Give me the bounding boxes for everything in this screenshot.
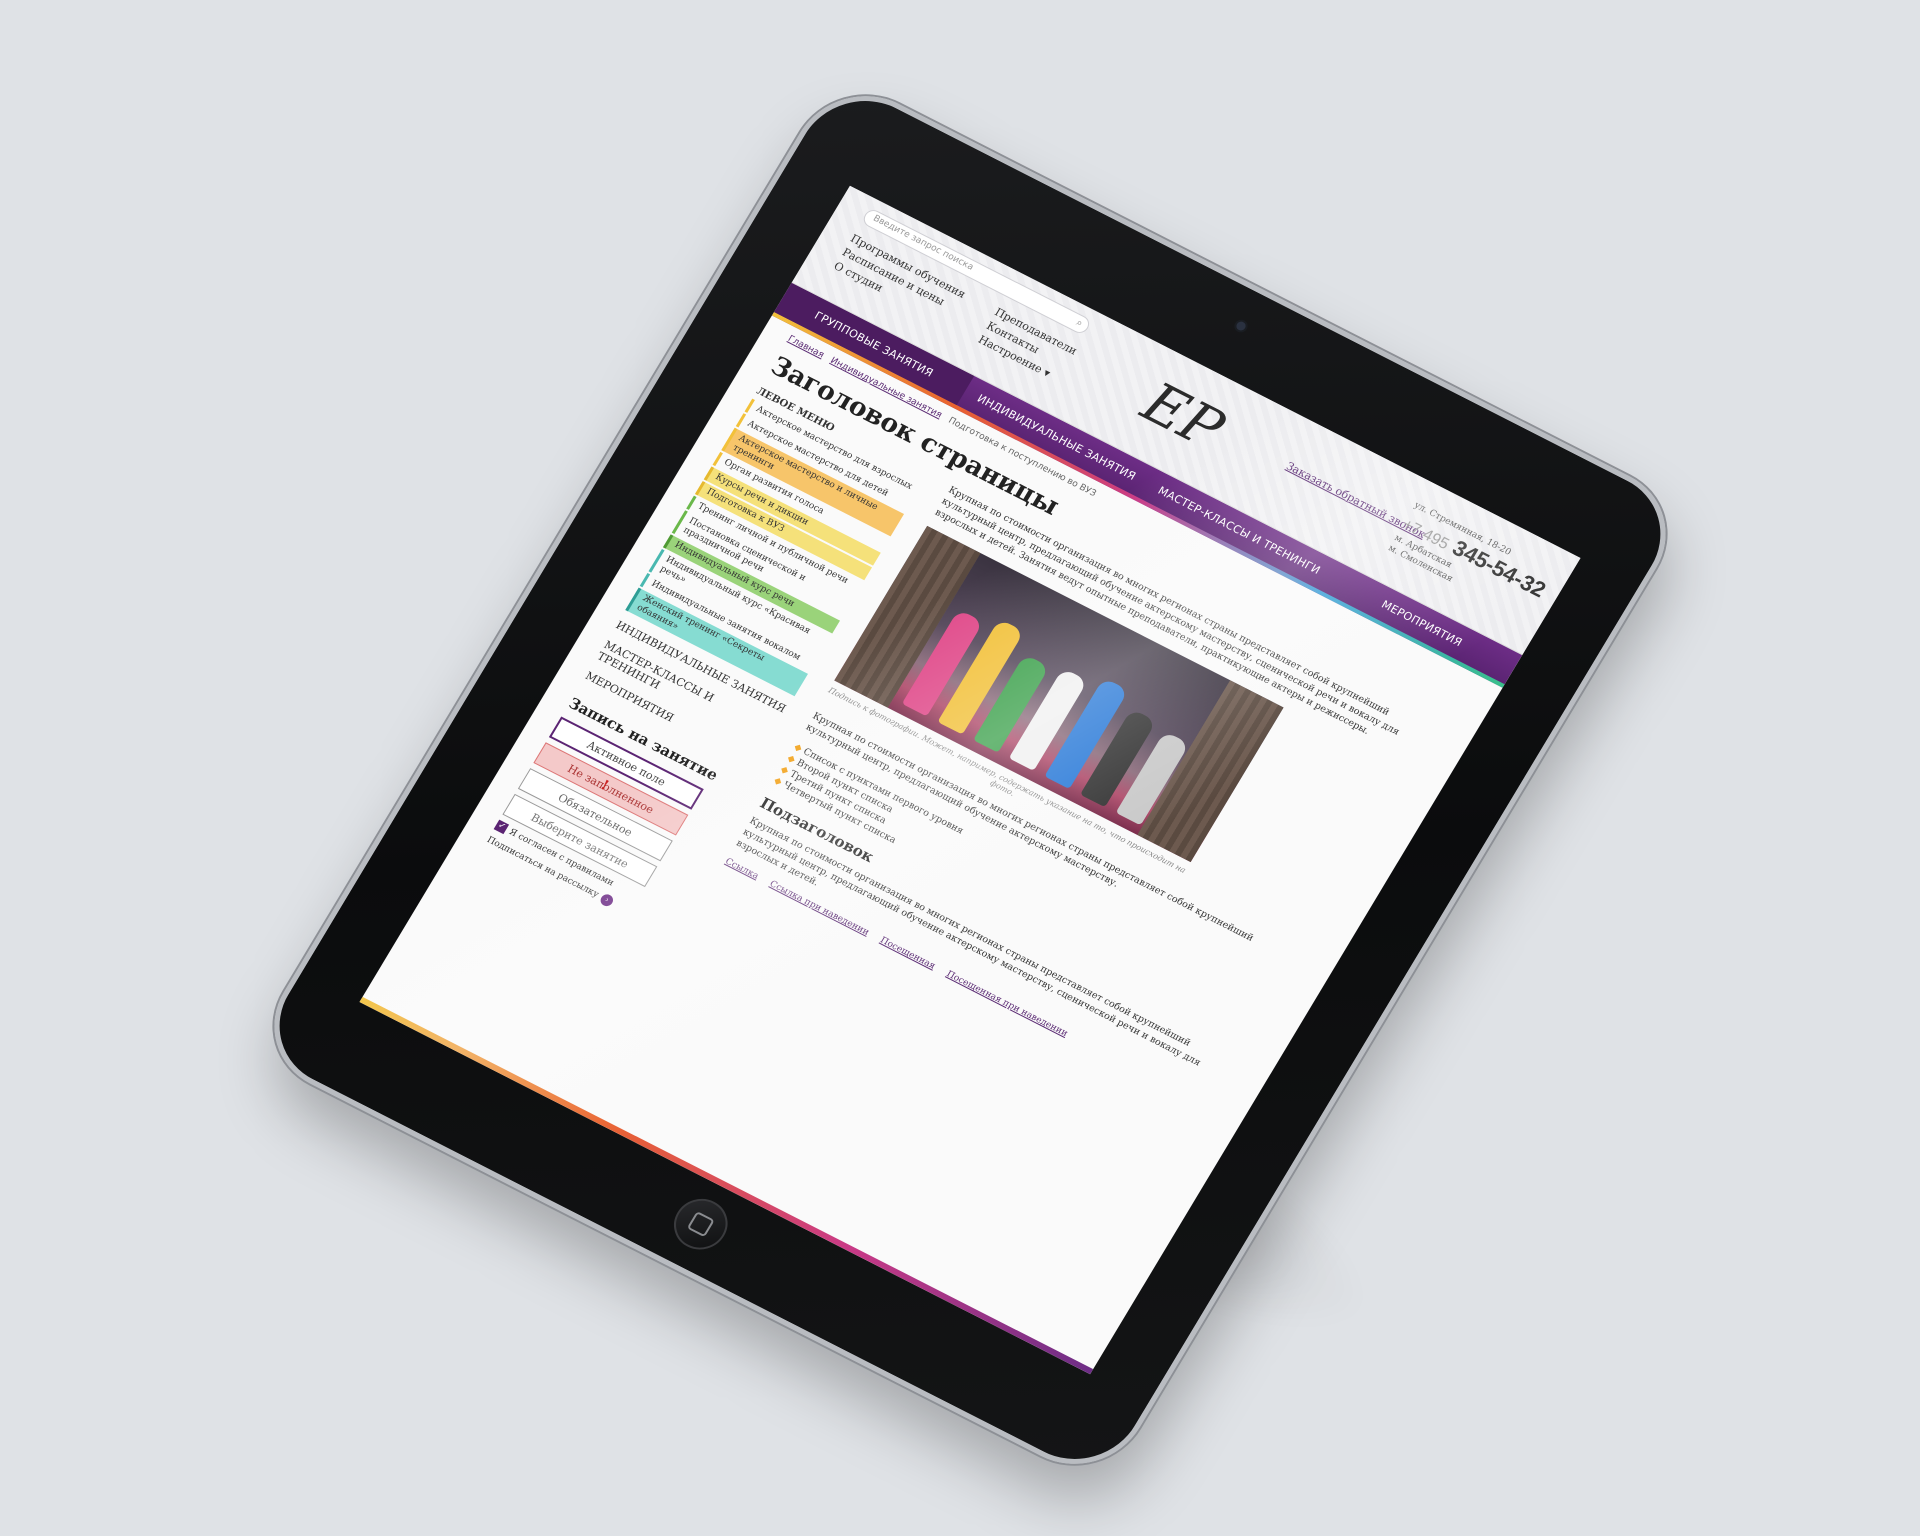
site-logo[interactable]: EP <box>1124 366 1240 467</box>
tablet-device: Введите запрос поиска ⌕ Программы обучен… <box>248 72 1692 1488</box>
search-icon[interactable]: ⌕ <box>1074 317 1085 329</box>
checkbox-checked-icon[interactable]: ✓ <box>493 819 510 835</box>
home-square-icon <box>686 1211 715 1238</box>
submit-arrow-icon[interactable]: › <box>598 892 616 909</box>
tablet-mockup: Введите запрос поиска ⌕ Программы обучен… <box>248 72 1692 1488</box>
link-normal[interactable]: Ссылка <box>723 857 760 882</box>
